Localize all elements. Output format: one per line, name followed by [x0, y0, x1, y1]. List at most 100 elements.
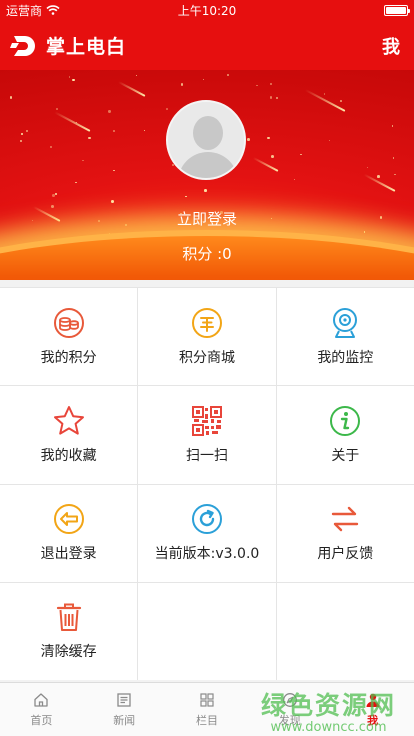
profile-banner: 立即登录 积分 :0: [0, 70, 414, 280]
star-sparkle: [293, 178, 296, 181]
star-sparkle: [180, 82, 184, 86]
menu-feedback[interactable]: 用户反馈: [276, 484, 414, 582]
tab-columns[interactable]: 栏目: [166, 683, 249, 736]
meteor-streak: [252, 156, 279, 172]
carrier-label: 运营商: [6, 3, 43, 18]
star-sparkle: [69, 76, 71, 78]
star-sparkle: [393, 157, 395, 159]
star-sparkle: [271, 154, 275, 158]
star-sparkle: [366, 166, 368, 168]
menu-points-mall[interactable]: 积分商城: [138, 288, 276, 386]
star-sparkle: [108, 110, 111, 113]
points-display: 积分 :0: [182, 245, 232, 263]
star-sparkle: [10, 96, 13, 99]
menu-version[interactable]: 当前版本:v3.0.0: [138, 484, 276, 582]
star-sparkle: [110, 200, 114, 204]
star-sparkle: [19, 140, 22, 143]
star-sparkle: [113, 169, 115, 171]
star-sparkle: [255, 84, 258, 87]
tab-label: 新闻: [113, 713, 136, 727]
nav-me-label: 我: [382, 37, 400, 58]
star-sparkle: [144, 129, 146, 131]
meteor-streak: [54, 111, 91, 132]
star-sparkle: [82, 159, 84, 162]
menu-label: 当前版本:v3.0.0: [154, 546, 260, 563]
menu-label: 退出登录: [40, 546, 97, 563]
refresh-icon: [191, 504, 222, 535]
star-sparkle: [247, 138, 250, 141]
tab-label: 首页: [30, 713, 53, 727]
coin-stack-icon: [53, 307, 84, 338]
top-navbar: 掌上电白 我: [0, 20, 414, 70]
star-sparkle: [329, 140, 331, 142]
status-bar: 运营商 上午10:20: [0, 0, 414, 20]
menu-label: 积分商城: [178, 349, 235, 366]
star-sparkle: [113, 129, 115, 132]
app-title: 掌上电白: [46, 35, 127, 58]
empty-cell: [138, 582, 276, 680]
tab-label: 发现: [278, 713, 301, 727]
tab-me[interactable]: 我: [331, 683, 414, 736]
star-sparkle: [227, 74, 229, 76]
menu-label: 扫一扫: [185, 447, 228, 464]
menu-about[interactable]: 关于: [276, 386, 414, 484]
meteor-streak: [304, 88, 346, 112]
tab-news[interactable]: 新闻: [83, 683, 166, 736]
webcam-icon: [333, 307, 358, 338]
star-sparkle: [49, 145, 53, 149]
menu-scan[interactable]: 扫一扫: [138, 386, 276, 484]
tab-label: 栏目: [195, 713, 218, 727]
info-icon: [330, 405, 361, 436]
tab-home[interactable]: 首页: [0, 683, 83, 736]
swap-arrows-icon: [332, 506, 359, 532]
star-sparkle: [324, 93, 326, 95]
star-sparkle: [202, 78, 205, 81]
star-sparkle: [275, 96, 278, 99]
menu-clear-cache[interactable]: 清除缓存: [0, 582, 138, 680]
meteor-streak: [118, 81, 146, 97]
menu-my-points[interactable]: 我的积分: [0, 288, 138, 386]
user-icon: [366, 693, 380, 707]
star-sparkle: [340, 100, 343, 102]
star-sparkle: [394, 173, 396, 176]
menu-my-monitor[interactable]: 我的监控: [276, 288, 414, 386]
star-sparkle: [55, 108, 58, 110]
grid-icon: [200, 692, 214, 707]
menu-logout[interactable]: 退出登录: [0, 484, 138, 582]
app-logo-icon: [10, 36, 35, 56]
status-time: 上午10:20: [177, 3, 237, 18]
star-sparkle: [377, 175, 380, 178]
menu-label: 我的积分: [40, 349, 97, 366]
star-sparkle: [363, 231, 366, 233]
star-sparkle: [166, 107, 168, 110]
compass-icon: [282, 692, 297, 707]
star-sparkle: [72, 78, 76, 82]
menu-label: 关于: [331, 447, 360, 464]
star-sparkle: [54, 193, 58, 196]
star-icon: [53, 405, 84, 435]
avatar[interactable]: [166, 100, 246, 180]
trash-icon: [56, 603, 81, 632]
news-icon: [117, 692, 131, 707]
star-sparkle: [267, 136, 270, 140]
home-icon: [34, 692, 49, 707]
menu-label: 用户反馈: [317, 546, 374, 563]
empty-cell: [276, 582, 414, 680]
star-sparkle: [204, 189, 207, 193]
menu-label: 我的收藏: [40, 447, 97, 464]
wifi-icon: [46, 5, 60, 15]
menu-label: 清除缓存: [40, 644, 97, 661]
login-link[interactable]: 立即登录: [0, 208, 414, 229]
star-sparkle: [21, 132, 24, 135]
tab-label: 我: [367, 713, 379, 727]
star-sparkle: [300, 153, 302, 156]
menu-grid: 我的积分 积分商城 我的监控 我的收藏 扫一扫 关于 退出登录 当前版本:v3.…: [0, 287, 414, 680]
menu-my-favorites[interactable]: 我的收藏: [0, 386, 138, 484]
tab-discover[interactable]: 发现: [248, 683, 331, 736]
star-sparkle: [26, 130, 28, 132]
exit-arrow-icon: [53, 504, 84, 535]
menu-label: 我的监控: [317, 349, 374, 366]
star-sparkle: [185, 195, 187, 198]
yuan-icon: [191, 307, 222, 338]
bottom-tabbar: 首页 新闻 栏目 发现 我: [0, 682, 414, 736]
